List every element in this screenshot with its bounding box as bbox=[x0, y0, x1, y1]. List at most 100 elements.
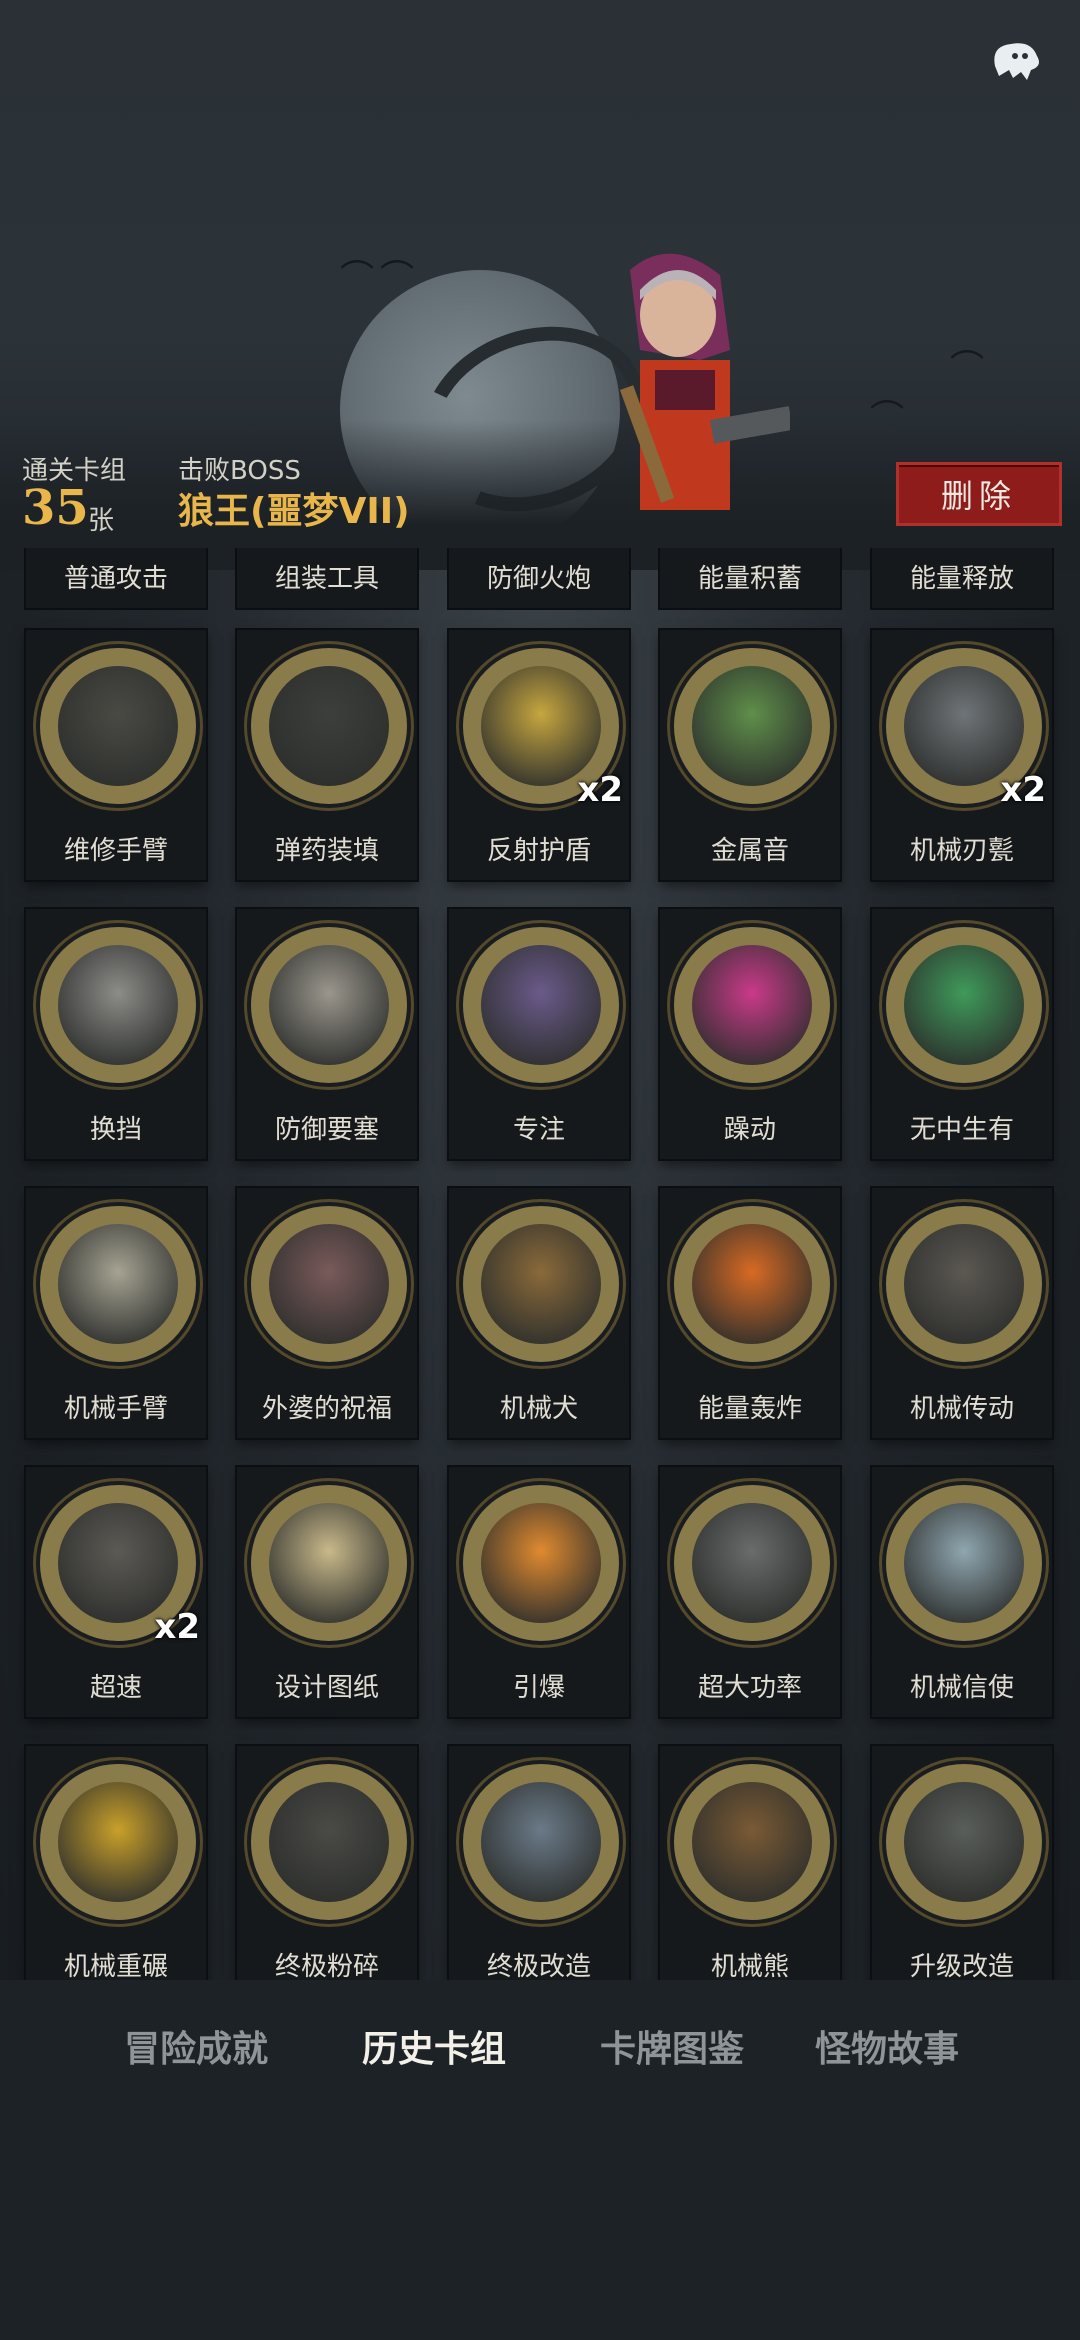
card[interactable]: 终极改造 bbox=[449, 1746, 629, 1980]
card[interactable]: 专注 bbox=[449, 909, 629, 1159]
card[interactable]: 弹药装填 bbox=[237, 630, 417, 880]
card-art bbox=[247, 1760, 411, 1924]
card-art-inner bbox=[481, 1224, 601, 1344]
card-name: 外婆的祝福 bbox=[261, 1394, 392, 1424]
card[interactable]: 防御要塞 bbox=[237, 909, 417, 1159]
card-art bbox=[882, 1202, 1046, 1366]
card-name: 能量释放 bbox=[909, 564, 1014, 594]
card-name: 终极改造 bbox=[486, 1952, 591, 1980]
card-art bbox=[247, 923, 411, 1087]
card-partial[interactable]: 防御火炮 bbox=[449, 548, 629, 608]
card-art-inner bbox=[692, 666, 812, 786]
card-art bbox=[36, 1760, 200, 1924]
card-art-inner bbox=[481, 945, 601, 1065]
card-multiplier-badge: x2 bbox=[577, 770, 623, 810]
card-art bbox=[247, 644, 411, 808]
card[interactable]: 反射护盾 x2 bbox=[449, 630, 629, 880]
card-art bbox=[670, 644, 834, 808]
card[interactable]: 机械信使 bbox=[872, 1467, 1052, 1717]
card-count: 35 bbox=[22, 480, 89, 536]
card[interactable]: 金属音 bbox=[660, 630, 840, 880]
card[interactable]: 超大功率 bbox=[660, 1467, 840, 1717]
card-name: 躁动 bbox=[723, 1115, 776, 1145]
card[interactable]: 维修手臂 bbox=[26, 630, 206, 880]
card-art-inner bbox=[58, 666, 178, 786]
card-art bbox=[459, 1481, 623, 1645]
card-art-inner bbox=[904, 945, 1024, 1065]
card[interactable]: 设计图纸 bbox=[237, 1467, 417, 1717]
card-art bbox=[882, 1760, 1046, 1924]
card-art-inner bbox=[269, 1503, 389, 1623]
card-name: 维修手臂 bbox=[63, 836, 168, 866]
card-multiplier-badge: x2 bbox=[1000, 770, 1046, 810]
card-name: 机械犬 bbox=[499, 1394, 578, 1424]
card-partial[interactable]: 普通攻击 bbox=[26, 548, 206, 608]
card-art-inner bbox=[904, 1503, 1024, 1623]
card-name: 组装工具 bbox=[274, 564, 379, 594]
card[interactable]: 无中生有 bbox=[872, 909, 1052, 1159]
card-name: 专注 bbox=[512, 1115, 565, 1145]
card[interactable]: 躁动 bbox=[660, 909, 840, 1159]
tab-history-decks[interactable]: 历史卡组 bbox=[362, 2020, 506, 2072]
card-art bbox=[36, 644, 200, 808]
card[interactable]: 机械熊 bbox=[660, 1746, 840, 1980]
card[interactable]: 外婆的祝福 bbox=[237, 1188, 417, 1438]
card-name: 超大功率 bbox=[697, 1673, 802, 1703]
card-name: 引爆 bbox=[512, 1673, 565, 1703]
card-art-inner bbox=[481, 1782, 601, 1902]
ghost-icon[interactable] bbox=[975, 25, 1055, 95]
card[interactable]: 机械手臂 bbox=[26, 1188, 206, 1438]
card-name: 反射护盾 bbox=[486, 836, 591, 866]
card[interactable]: 超速 x2 bbox=[26, 1467, 206, 1717]
card-name: 终极粉碎 bbox=[274, 1952, 379, 1980]
card-multiplier-badge: x2 bbox=[154, 1607, 200, 1647]
card-art bbox=[247, 1202, 411, 1366]
card-name: 机械信使 bbox=[909, 1673, 1014, 1703]
deck-card-grid[interactable]: 普通攻击 组装工具 防御火炮 能量积蓄 能量释放 维修手臂 弹药装填 反射护盾 x2 金… bbox=[0, 548, 1080, 1980]
card[interactable]: 机械传动 bbox=[872, 1188, 1052, 1438]
card[interactable]: 升级改造 bbox=[872, 1746, 1052, 1980]
card-art bbox=[36, 1202, 200, 1366]
card-art bbox=[247, 1481, 411, 1645]
card-partial[interactable]: 组装工具 bbox=[237, 548, 417, 608]
card-name: 设计图纸 bbox=[274, 1673, 379, 1703]
card[interactable]: 机械重碾 bbox=[26, 1746, 206, 1980]
card-name: 无中生有 bbox=[909, 1115, 1014, 1145]
bat-icon: ⌒ bbox=[950, 348, 984, 388]
card-partial[interactable]: 能量积蓄 bbox=[660, 548, 840, 608]
card[interactable]: 终极粉碎 bbox=[237, 1746, 417, 1980]
card-art bbox=[459, 1202, 623, 1366]
card[interactable]: 换挡 bbox=[26, 909, 206, 1159]
card-art-inner bbox=[692, 945, 812, 1065]
tab-monster-stories[interactable]: 怪物故事 bbox=[815, 2020, 959, 2072]
card-art-inner bbox=[481, 1503, 601, 1623]
card-partial[interactable]: 能量释放 bbox=[872, 548, 1052, 608]
card-name: 金属音 bbox=[710, 836, 789, 866]
card-art-inner bbox=[692, 1503, 812, 1623]
card-name: 能量轰炸 bbox=[697, 1394, 802, 1424]
card-name: 机械熊 bbox=[710, 1952, 789, 1980]
card[interactable]: 引爆 bbox=[449, 1467, 629, 1717]
card[interactable]: 机械刃甏 x2 bbox=[872, 630, 1052, 880]
card-art-inner bbox=[692, 1782, 812, 1902]
card[interactable]: 机械犬 bbox=[449, 1188, 629, 1438]
card-name: 机械刃甏 bbox=[909, 836, 1014, 866]
card-name: 能量积蓄 bbox=[697, 564, 802, 594]
tab-adventure-achievements[interactable]: 冒险成就 bbox=[124, 2020, 268, 2072]
card-art bbox=[670, 1760, 834, 1924]
bat-icon: ⌒ bbox=[870, 398, 904, 438]
tab-card-gallery[interactable]: 卡牌图鉴 bbox=[600, 2020, 744, 2072]
card-art bbox=[459, 1760, 623, 1924]
card-art-inner bbox=[269, 945, 389, 1065]
card-art bbox=[459, 923, 623, 1087]
delete-button[interactable]: 删除 bbox=[896, 462, 1062, 526]
card-art-inner bbox=[269, 1782, 389, 1902]
card[interactable]: 能量轰炸 bbox=[660, 1188, 840, 1438]
card-art-inner bbox=[904, 666, 1024, 786]
card-art-inner bbox=[58, 945, 178, 1065]
card-art-inner bbox=[269, 1224, 389, 1344]
card-name: 超速 bbox=[89, 1673, 142, 1703]
card-art bbox=[882, 923, 1046, 1087]
card-art-inner bbox=[58, 1224, 178, 1344]
hero-character-illustration bbox=[619, 253, 790, 510]
